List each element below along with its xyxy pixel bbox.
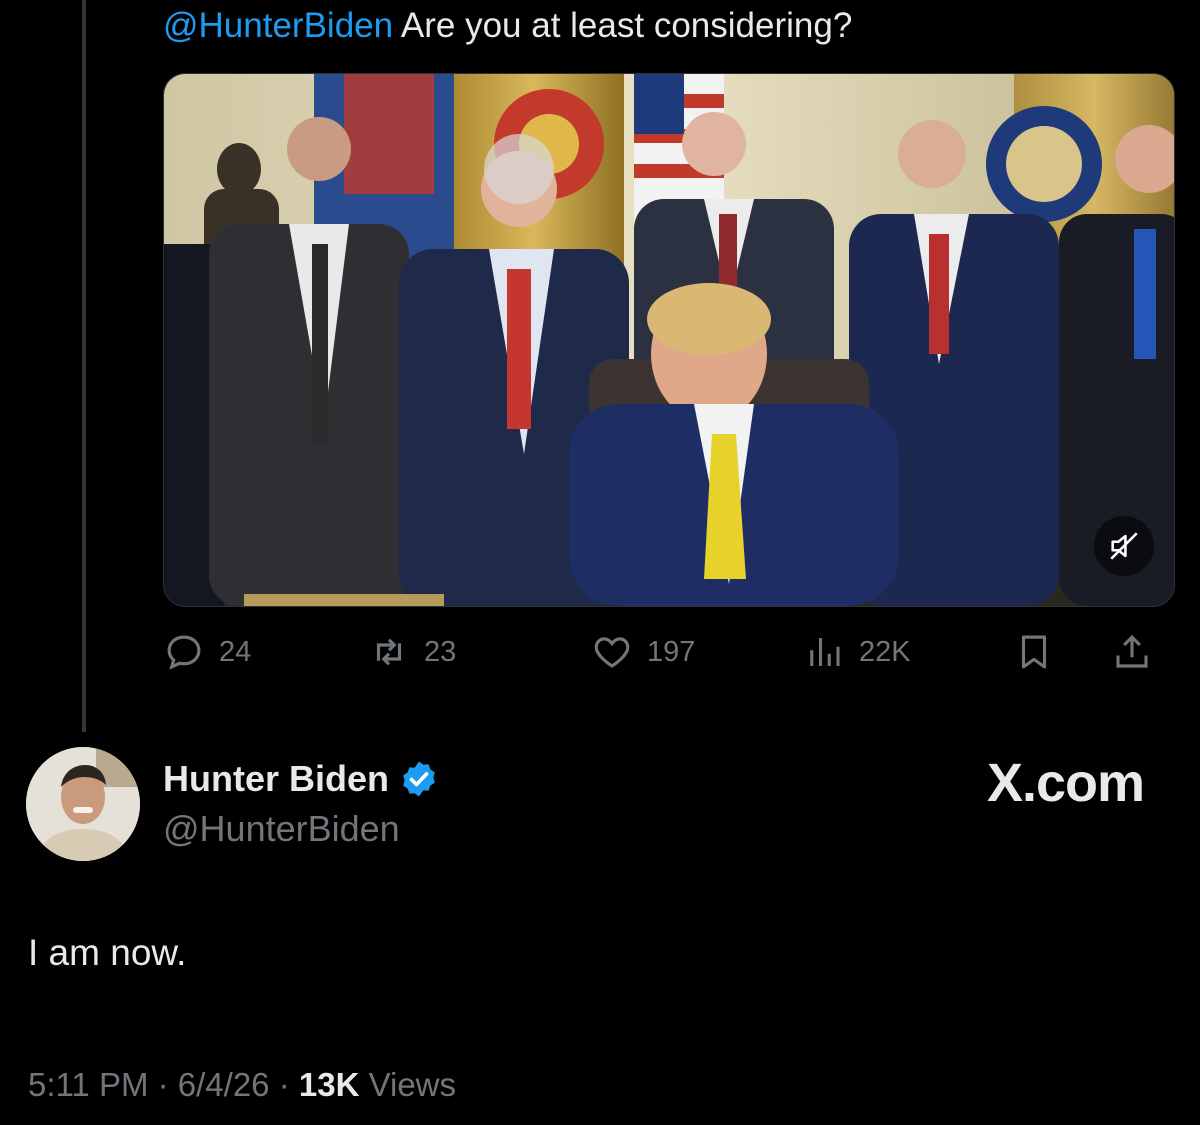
profile-photo bbox=[26, 747, 140, 861]
repost-count: 23 bbox=[424, 635, 457, 668]
thread-connector-line bbox=[82, 0, 86, 732]
brand-wordmark: X.com bbox=[986, 753, 1145, 813]
views-total: 13K bbox=[298, 1066, 360, 1103]
tweet-date[interactable]: 6/4/26 bbox=[178, 1066, 270, 1103]
reply-button[interactable]: 24 bbox=[163, 628, 251, 676]
parent-tweet-text: @HunterBiden Are you at least considerin… bbox=[163, 2, 852, 50]
separator: · bbox=[148, 1066, 178, 1103]
share-button[interactable] bbox=[1111, 628, 1167, 676]
muted-speaker-icon bbox=[1110, 532, 1138, 560]
repost-icon bbox=[376, 638, 402, 666]
share-icon bbox=[1116, 634, 1148, 668]
like-count: 197 bbox=[647, 635, 696, 668]
avatar[interactable] bbox=[26, 747, 140, 861]
heart-icon bbox=[594, 637, 630, 668]
parent-tweet-body: Are you at least considering? bbox=[393, 6, 853, 45]
tweet-video[interactable] bbox=[163, 73, 1175, 607]
bookmark-icon bbox=[1021, 635, 1047, 669]
display-name[interactable]: Hunter Biden bbox=[163, 758, 389, 800]
verified-badge-icon bbox=[403, 761, 435, 797]
analytics-icon bbox=[810, 638, 840, 666]
reply-icon bbox=[167, 635, 201, 670]
tweet-time[interactable]: 5:11 PM bbox=[28, 1066, 148, 1103]
separator: · bbox=[269, 1066, 299, 1103]
views-button[interactable]: 22K bbox=[803, 628, 911, 676]
views-count: 22K bbox=[859, 635, 911, 668]
views-label: Views bbox=[359, 1066, 457, 1103]
tweet-action-bar: 24 23 197 22K bbox=[163, 628, 1173, 676]
video-frame bbox=[164, 74, 1174, 606]
reply-count: 24 bbox=[219, 635, 252, 668]
bookmark-button[interactable] bbox=[1013, 628, 1069, 676]
like-button[interactable]: 197 bbox=[591, 628, 695, 676]
author-name-row[interactable]: Hunter Biden bbox=[163, 758, 439, 800]
author-handle[interactable]: @HunterBiden bbox=[163, 808, 400, 850]
mention-link[interactable]: @HunterBiden bbox=[163, 6, 393, 45]
repost-button[interactable]: 23 bbox=[368, 628, 456, 676]
tweet-metadata: 5:11 PM · 6/4/26 · 13K Views bbox=[28, 1066, 456, 1104]
tweet-text: I am now. bbox=[28, 932, 187, 973]
mute-toggle-button[interactable] bbox=[1094, 516, 1154, 576]
